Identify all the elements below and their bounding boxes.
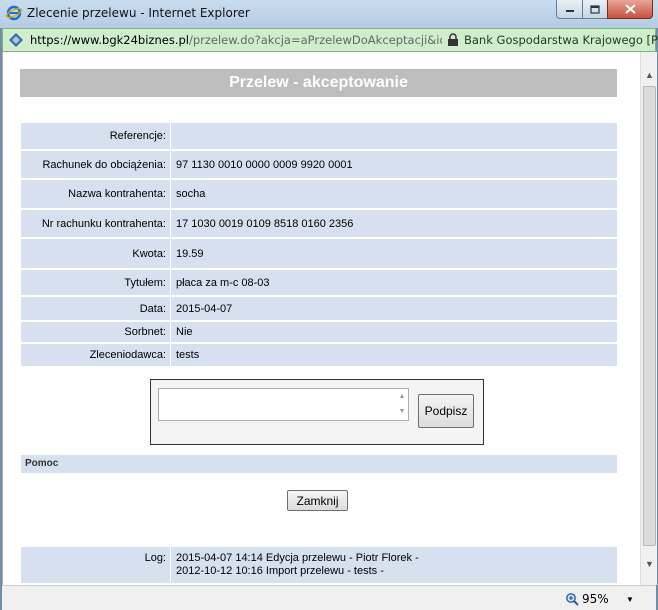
field-value: 19.59 bbox=[176, 247, 204, 260]
field-value: 97 1130 0010 0000 0009 9920 0001 bbox=[176, 158, 353, 171]
field-value: 17 1030 0019 0109 8518 0160 2356 bbox=[176, 217, 354, 230]
close-window-button[interactable] bbox=[607, 0, 653, 19]
field-row-referencje: Referencje: bbox=[21, 123, 617, 151]
zoom-level[interactable]: 95% bbox=[582, 592, 609, 606]
field-row-kwota: Kwota: 19.59 bbox=[21, 239, 617, 270]
log-label: Log: bbox=[21, 547, 171, 583]
status-bar: 95% ▼ bbox=[2, 585, 656, 610]
field-label: Nr rachunku kontrahenta: bbox=[21, 210, 171, 237]
lock-icon[interactable] bbox=[447, 33, 459, 47]
window-titlebar: Zlecenie przelewu - Internet Explorer bbox=[0, 0, 658, 28]
transfer-details-table: Referencje: Rachunek do obciążenia: 97 1… bbox=[21, 123, 617, 368]
close-icon bbox=[624, 4, 636, 14]
log-section: Log: 2015-04-07 14:14 Edycja przelewu - … bbox=[21, 547, 617, 583]
window-title: Zlecenie przelewu - Internet Explorer bbox=[27, 6, 250, 20]
scroll-up-icon[interactable]: ▲ bbox=[644, 70, 655, 80]
field-row-nr-rachunku: Nr rachunku kontrahenta: 17 1030 0019 01… bbox=[21, 210, 617, 239]
log-entry: 2012-10-12 10:16 Import przelewu - tests… bbox=[176, 565, 384, 577]
field-row-zleceniodawca: Zleceniodawca: tests bbox=[21, 344, 617, 368]
field-value: tests bbox=[176, 349, 200, 361]
field-value bbox=[171, 123, 617, 149]
field-label: Rachunek do obciążenia: bbox=[21, 151, 171, 178]
page-frame: Przelew - akceptowanie Referencje: Rachu… bbox=[2, 52, 657, 585]
log-entry: 2015-04-07 14:14 Edycja przelewu - Piotr… bbox=[176, 552, 419, 564]
help-section[interactable]: Pomoc bbox=[21, 455, 617, 473]
signature-input[interactable] bbox=[158, 388, 409, 421]
scroll-down-icon[interactable]: ▼ bbox=[644, 559, 655, 569]
field-label: Data: bbox=[21, 297, 171, 320]
vertical-scrollbar[interactable]: ▲ ▼ bbox=[640, 52, 657, 585]
field-row-data: Data: 2015-04-07 bbox=[21, 297, 617, 322]
address-url[interactable]: https://www.bgk24biznes.pl/przelew.do?ak… bbox=[30, 33, 442, 47]
field-row-tytulem: Tytułem: płaca za m-c 08-03 bbox=[21, 270, 617, 297]
page-title: Przelew - akceptowanie bbox=[20, 69, 617, 97]
close-button[interactable]: Zamknij bbox=[287, 490, 348, 511]
signature-panel: ▲ ▼ Podpisz bbox=[150, 379, 484, 445]
sign-button[interactable]: Podpisz bbox=[418, 394, 474, 428]
zoom-icon[interactable] bbox=[565, 592, 579, 606]
maximize-button[interactable] bbox=[582, 0, 608, 19]
scroll-down-arrow-icon[interactable]: ▼ bbox=[396, 404, 408, 419]
zoom-dropdown-icon[interactable]: ▼ bbox=[626, 595, 634, 604]
field-label: Kwota: bbox=[21, 239, 171, 268]
scrollbar-thumb[interactable] bbox=[643, 86, 656, 546]
minimize-icon bbox=[565, 10, 574, 12]
scroll-up-arrow-icon[interactable]: ▲ bbox=[396, 389, 408, 404]
log-entries: 2015-04-07 14:14 Edycja przelewu - Piotr… bbox=[171, 547, 617, 583]
field-label: Sorbnet: bbox=[21, 322, 171, 342]
field-label: Referencje: bbox=[21, 123, 171, 149]
textarea-scroll-arrows[interactable]: ▲ ▼ bbox=[396, 389, 408, 420]
maximize-icon bbox=[590, 4, 600, 14]
field-row-sorbnet: Sorbnet: Nie bbox=[21, 322, 617, 344]
field-label: Zleceniodawca: bbox=[21, 344, 171, 366]
field-label: Nazwa kontrahenta: bbox=[21, 180, 171, 208]
url-host: https://www.bgk24biznes.pl bbox=[30, 33, 189, 47]
field-value: płaca za m-c 08-03 bbox=[176, 276, 270, 289]
field-row-rachunek: Rachunek do obciążenia: 97 1130 0010 000… bbox=[21, 151, 617, 180]
field-label: Tytułem: bbox=[21, 270, 171, 295]
site-identity[interactable]: Bank Gospodarstwa Krajowego [PL] bbox=[464, 33, 658, 47]
internet-explorer-icon bbox=[6, 5, 22, 21]
minimize-button[interactable] bbox=[556, 0, 583, 19]
field-value: 2015-04-07 bbox=[176, 302, 233, 315]
field-row-nazwa-kontrahenta: Nazwa kontrahenta: socha bbox=[21, 180, 617, 210]
field-value: socha bbox=[176, 188, 206, 200]
page-content: Przelew - akceptowanie Referencje: Rachu… bbox=[3, 52, 640, 585]
url-path: /przelew.do?akcja=aPrzelewDoAkceptacji&i… bbox=[188, 33, 442, 47]
site-favicon-icon bbox=[9, 33, 23, 47]
address-bar[interactable]: https://www.bgk24biznes.pl/przelew.do?ak… bbox=[2, 28, 658, 52]
field-value: Nie bbox=[176, 326, 193, 338]
